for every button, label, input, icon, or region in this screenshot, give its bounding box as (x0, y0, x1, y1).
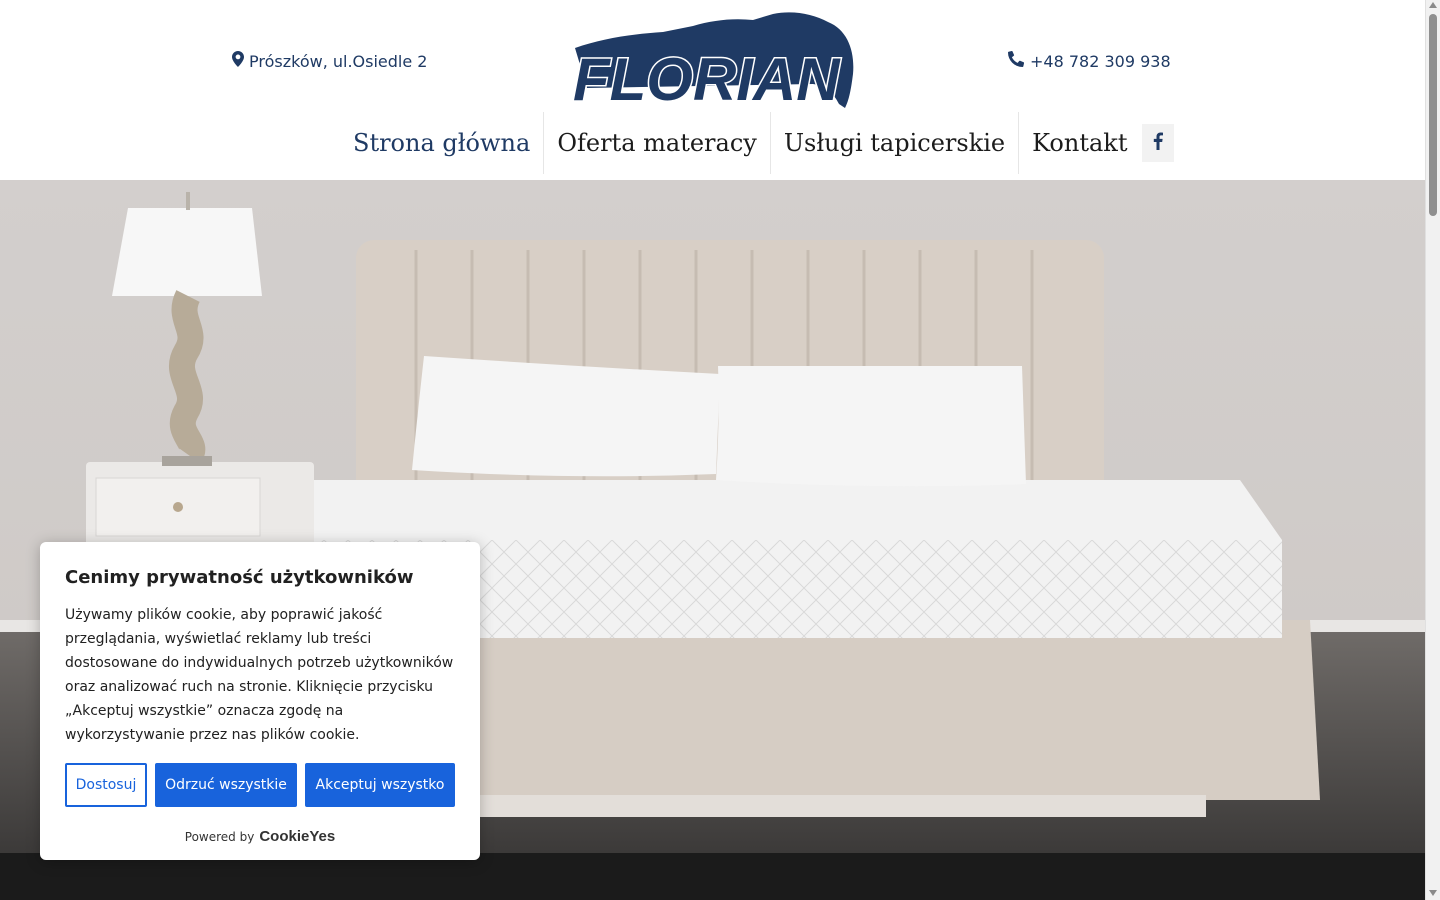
nav-item-mattress-offer[interactable]: Oferta materacy (544, 112, 771, 174)
scroll-thumb[interactable] (1429, 14, 1437, 216)
nav-item-home[interactable]: Strona główna (340, 112, 545, 174)
address-link[interactable]: Prószków, ul.Osiedle 2 (232, 50, 427, 72)
cookie-button-row: Dostosuj Odrzuć wszystkie Akceptuj wszys… (65, 763, 455, 807)
cookie-banner-body: Używamy plików cookie, aby poprawić jako… (65, 607, 454, 743)
cookie-consent-banner: Cenimy prywatność użytkowników Używamy p… (40, 542, 480, 860)
svg-text:FLORIAN: FLORIAN (573, 46, 841, 112)
page-scrollbar[interactable] (1425, 0, 1440, 900)
phone-icon (1007, 50, 1025, 71)
cookieyes-logo[interactable]: CookieYes (259, 828, 335, 845)
facebook-button[interactable] (1142, 124, 1175, 162)
accept-all-button[interactable]: Akceptuj wszystko (305, 763, 455, 807)
dark-section (0, 853, 1425, 900)
site-header: Prószków, ul.Osiedle 2 FLORIAN +48 782 3… (0, 0, 1425, 180)
florian-logo[interactable]: FLORIAN (563, 8, 859, 112)
scroll-up-arrow-icon[interactable] (1429, 2, 1437, 8)
phone-text: +48 782 309 938 (1030, 51, 1171, 71)
powered-by: Powered by CookieYes (65, 828, 455, 845)
map-pin-icon (232, 51, 244, 71)
nav-item-contact[interactable]: Kontakt (1019, 112, 1140, 174)
customize-button[interactable]: Dostosuj (65, 763, 147, 807)
main-nav: Strona główna Oferta materacy Usługi tap… (340, 112, 1175, 174)
scroll-down-arrow-icon[interactable] (1429, 890, 1437, 896)
reject-all-button[interactable]: Odrzuć wszystkie (155, 763, 297, 807)
phone-link[interactable]: +48 782 309 938 (1007, 50, 1171, 72)
cookie-banner-title: Cenimy prywatność użytkowników (65, 567, 414, 588)
powered-by-label: Powered by (184, 829, 255, 844)
nav-item-upholstery-services[interactable]: Usługi tapicerskie (771, 112, 1020, 174)
facebook-icon (1153, 132, 1164, 154)
address-text: Prószków, ul.Osiedle 2 (249, 51, 428, 71)
